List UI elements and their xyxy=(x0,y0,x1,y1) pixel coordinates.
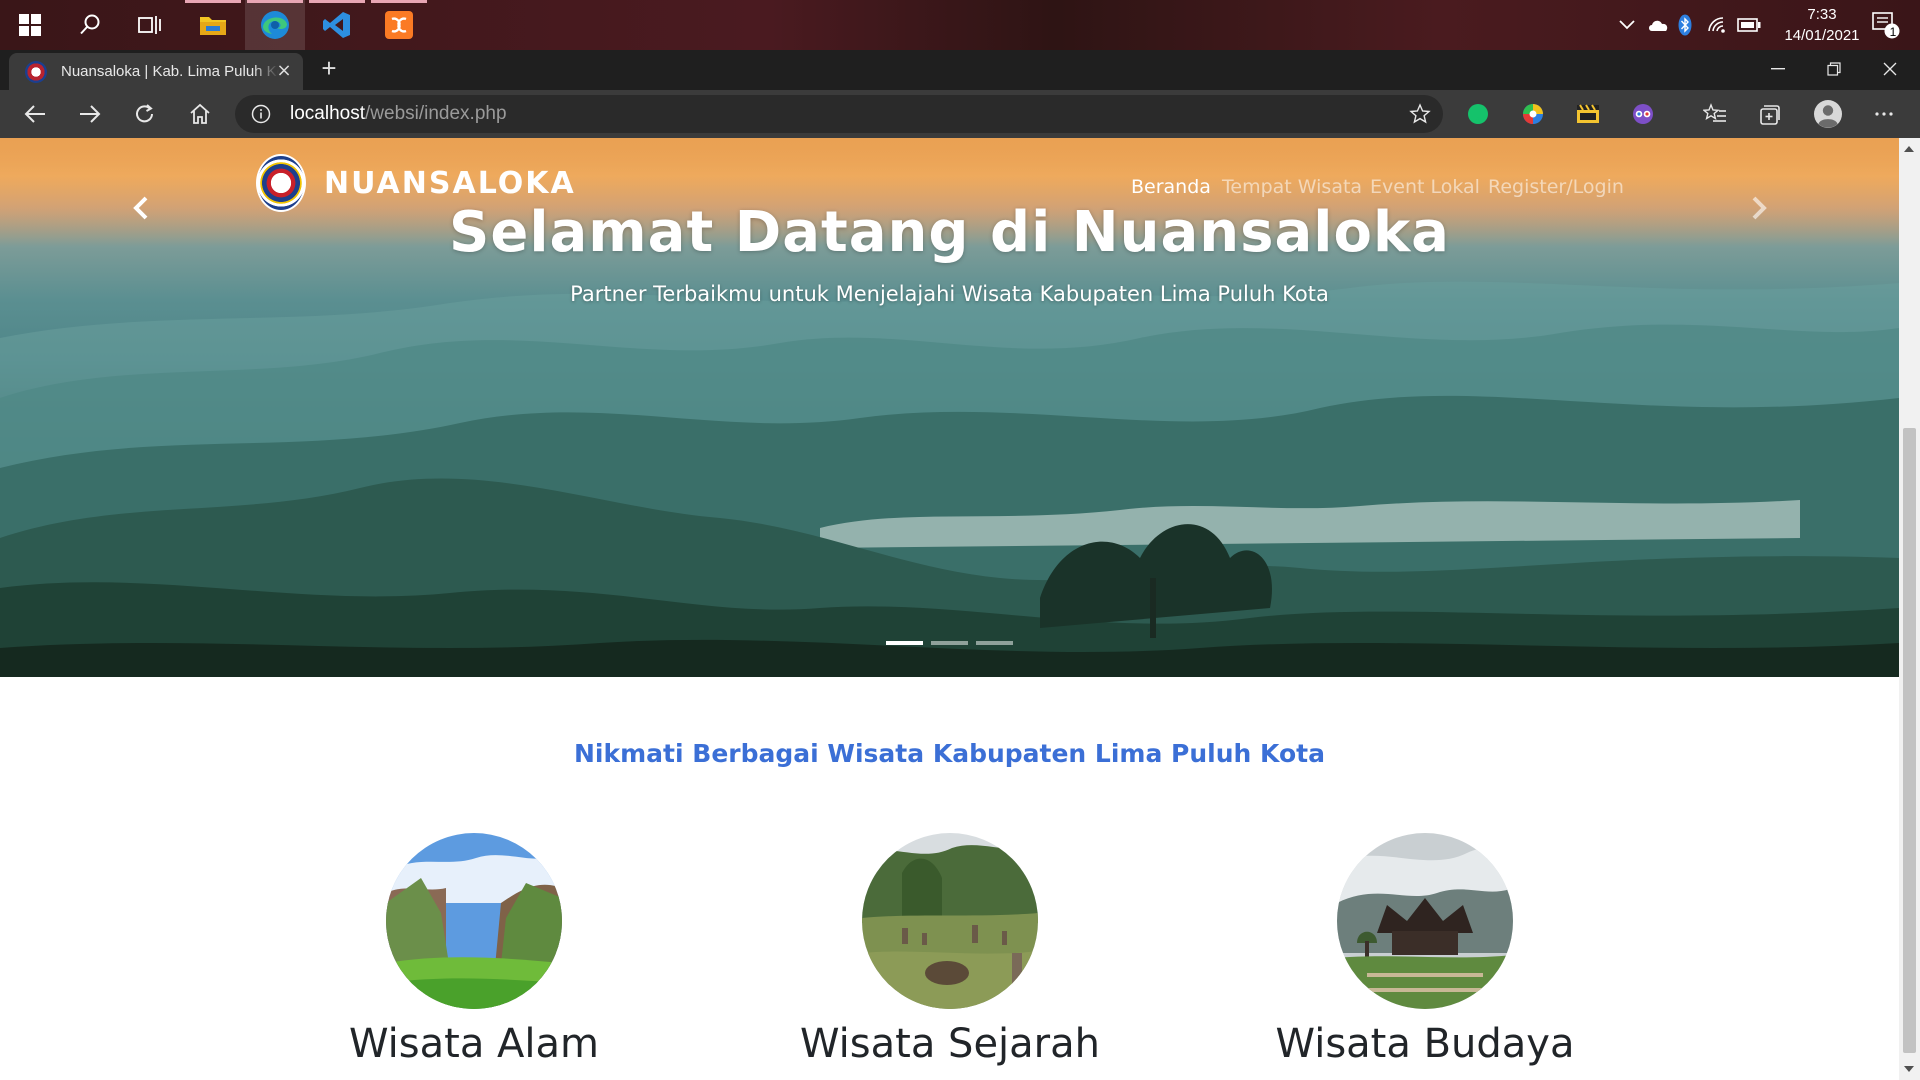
onedrive-icon[interactable] xyxy=(1645,0,1671,50)
card-title: Wisata Sejarah xyxy=(800,1021,1100,1067)
browser-tab-strip: Nuansaloka | Kab. Lima Puluh Kota × xyxy=(0,50,1920,90)
new-tab-button[interactable]: + xyxy=(316,55,342,82)
card-title: Wisata Budaya xyxy=(1275,1021,1575,1067)
browser-toolbar: localhost/websi/index.php xyxy=(0,90,1920,138)
home-icon[interactable] xyxy=(180,94,220,134)
bluetooth-icon[interactable] xyxy=(1675,0,1695,50)
site-info-icon[interactable] xyxy=(251,104,271,124)
clapper-extension-icon[interactable] xyxy=(1576,102,1600,126)
grammarly-extension-icon[interactable] xyxy=(1466,102,1490,126)
favorite-star-icon[interactable] xyxy=(1409,103,1431,125)
wisata-alam-image[interactable] xyxy=(386,833,562,1009)
url-text: localhost/websi/index.php xyxy=(290,103,507,125)
xampp-icon[interactable] xyxy=(369,0,429,50)
tab-close-icon[interactable]: × xyxy=(275,62,293,80)
nav-item-event-lokal[interactable]: Event Lokal xyxy=(1370,176,1480,198)
minimize-icon[interactable] xyxy=(1750,50,1806,88)
address-bar[interactable]: localhost/websi/index.php xyxy=(235,95,1443,133)
vscode-icon[interactable] xyxy=(307,0,367,50)
carousel-indicator[interactable] xyxy=(976,641,1013,645)
task-view-icon[interactable] xyxy=(120,0,180,50)
nav-item-beranda[interactable]: Beranda xyxy=(1131,176,1211,198)
card-wisata-budaya[interactable]: Wisata Budaya xyxy=(1245,833,1605,1067)
url-host: localhost xyxy=(290,103,365,124)
more-menu-icon[interactable] xyxy=(1872,102,1896,126)
wisata-sejarah-image[interactable] xyxy=(862,833,1038,1009)
clock-date: 14/01/2021 xyxy=(1784,27,1860,44)
page-viewport: NUANSALOKA Beranda Tempat Wisata Event L… xyxy=(0,138,1899,1080)
windows-taskbar: 7:33 14/01/2021 1 xyxy=(0,0,1920,50)
battery-icon[interactable] xyxy=(1735,0,1763,50)
edge-icon[interactable] xyxy=(245,0,305,50)
hero-title: Selamat Datang di Nuansaloka xyxy=(449,200,1450,265)
section-title: Nikmati Berbagai Wisata Kabupaten Lima P… xyxy=(574,739,1325,768)
url-path: /websi/index.php xyxy=(365,103,507,124)
hero-carousel: NUANSALOKA Beranda Tempat Wisata Event L… xyxy=(0,138,1899,677)
favorites-icon[interactable] xyxy=(1703,102,1727,126)
site-favicon-icon xyxy=(25,60,47,83)
browser-tab[interactable]: Nuansaloka | Kab. Lima Puluh Kota × xyxy=(9,53,303,90)
hero-subtitle: Partner Terbaikmu untuk Menjelajahi Wisa… xyxy=(570,282,1329,306)
card-title: Wisata Alam xyxy=(349,1021,599,1067)
carousel-indicators xyxy=(886,641,1021,645)
collections-icon[interactable] xyxy=(1758,102,1782,126)
site-brand-name: NUANSALOKA xyxy=(324,165,576,201)
carousel-next-icon[interactable] xyxy=(1738,188,1778,228)
taskbar-clock[interactable]: 7:33 14/01/2021 xyxy=(1780,4,1864,46)
page-scrollbar[interactable] xyxy=(1899,138,1920,1080)
card-wisata-sejarah[interactable]: Wisata Sejarah xyxy=(770,833,1130,1067)
forward-icon[interactable] xyxy=(70,94,110,134)
refresh-icon[interactable] xyxy=(125,94,165,134)
carousel-prev-icon[interactable] xyxy=(122,188,162,228)
file-explorer-icon[interactable] xyxy=(183,0,243,50)
close-window-icon[interactable] xyxy=(1862,50,1918,88)
carousel-indicator[interactable] xyxy=(931,641,968,645)
scroll-up-icon[interactable] xyxy=(1904,146,1914,152)
carousel-indicator[interactable] xyxy=(886,641,923,645)
nav-item-tempat-wisata[interactable]: Tempat Wisata xyxy=(1222,176,1362,198)
tab-title: Nuansaloka | Kab. Lima Puluh Kota xyxy=(61,63,279,80)
restore-icon[interactable] xyxy=(1806,50,1862,88)
wifi-icon[interactable] xyxy=(1705,0,1731,50)
back-icon[interactable] xyxy=(15,94,55,134)
start-icon[interactable] xyxy=(0,0,60,50)
nav-item-register-login[interactable]: Register/Login xyxy=(1488,176,1624,198)
scrollbar-thumb[interactable] xyxy=(1903,428,1916,1053)
card-wisata-alam[interactable]: Wisata Alam xyxy=(294,833,654,1067)
scroll-down-icon[interactable] xyxy=(1904,1066,1914,1072)
wisata-budaya-image[interactable] xyxy=(1337,833,1513,1009)
color-extension-icon[interactable] xyxy=(1521,102,1545,126)
notification-count: 1 xyxy=(1889,25,1897,39)
chevron-up-icon[interactable] xyxy=(1615,0,1639,50)
translator-extension-icon[interactable] xyxy=(1631,102,1655,126)
profile-avatar-icon[interactable] xyxy=(1813,99,1843,129)
search-icon[interactable] xyxy=(60,0,120,50)
notification-center-icon[interactable]: 1 xyxy=(1866,0,1906,50)
clock-time: 7:33 xyxy=(1807,6,1837,23)
